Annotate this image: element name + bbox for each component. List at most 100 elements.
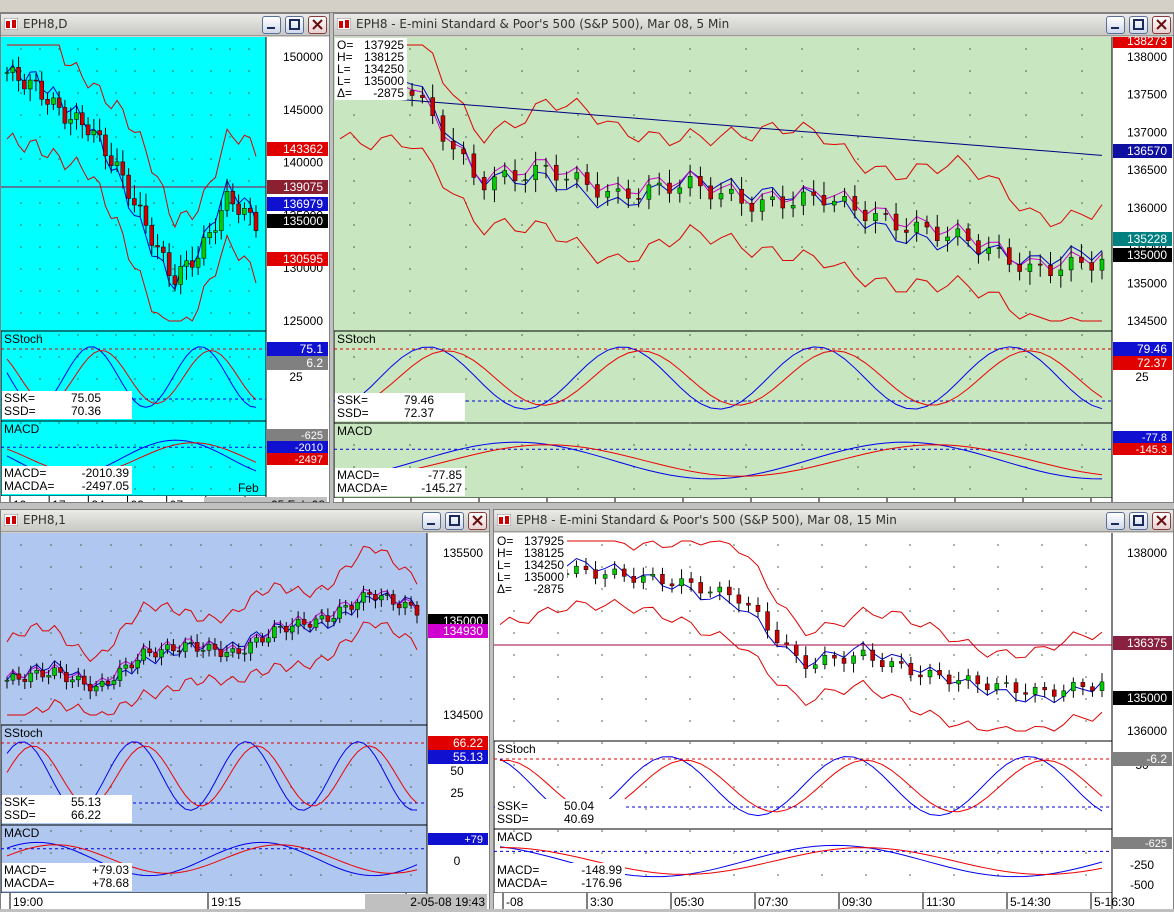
price-marker-label: 135000 bbox=[283, 214, 323, 228]
grid-dot bbox=[953, 654, 955, 656]
app-icon-bar bbox=[6, 21, 10, 28]
maximize-button[interactable] bbox=[1129, 16, 1148, 34]
chart-window-daily[interactable]: EPH8,D 150000145000140000135000130000125… bbox=[0, 13, 330, 512]
grid-dot bbox=[153, 180, 155, 182]
chart-window-5min[interactable]: EPH8 - E-mini Standard & Poor's 500 (S&P… bbox=[333, 13, 1174, 514]
minimize-button[interactable] bbox=[422, 512, 441, 530]
15min-chart-svg[interactable]: 138000137000136000136375135000O=137925H=… bbox=[493, 533, 1173, 909]
candle-body bbox=[195, 257, 201, 268]
grid-dot bbox=[689, 356, 691, 358]
maximize-button[interactable] bbox=[285, 16, 304, 34]
grid-dot bbox=[248, 158, 250, 160]
window-titlebar[interactable]: EPH8,1 bbox=[1, 510, 489, 532]
close-button[interactable] bbox=[468, 512, 487, 530]
window-titlebar[interactable]: EPH8 - E-mini Standard & Poor's 500 (S&P… bbox=[334, 14, 1173, 36]
close-button[interactable] bbox=[1152, 512, 1171, 530]
grid-dot bbox=[777, 654, 779, 656]
grid-dot bbox=[521, 114, 523, 116]
grid-dot bbox=[39, 136, 41, 138]
candle-body bbox=[93, 686, 99, 692]
grid-dot bbox=[58, 70, 60, 72]
grid-dot bbox=[320, 698, 322, 700]
candle-body bbox=[301, 619, 307, 625]
grid-dot bbox=[77, 334, 79, 336]
candle-body bbox=[64, 672, 69, 683]
minimize-button[interactable] bbox=[1106, 16, 1125, 34]
chart-window-1min[interactable]: EPH8,1 135500 134500 135000 134930 SStoch SSK… bbox=[0, 509, 490, 909]
grid-dot bbox=[1041, 566, 1043, 568]
grid-dot bbox=[134, 48, 136, 50]
grid-dot bbox=[20, 588, 22, 590]
ohlc-value: -2875 bbox=[373, 86, 404, 100]
chart-area[interactable]: 135500 134500 135000 134930 SStoch SSK= 55.13 S… bbox=[0, 533, 489, 909]
minimize-button[interactable] bbox=[1106, 512, 1125, 530]
grid-dot bbox=[290, 720, 292, 722]
candle-body bbox=[33, 79, 39, 82]
grid-dot bbox=[857, 378, 859, 380]
daily-chart-svg[interactable]: 1500001450001400001350001300001250001433… bbox=[0, 37, 329, 512]
maximize-button[interactable] bbox=[1129, 512, 1148, 530]
grid-dot bbox=[80, 830, 82, 832]
5min-chart-svg[interactable]: 1380001375001370001365001360001355001350… bbox=[333, 34, 1173, 514]
grid-dot bbox=[350, 632, 352, 634]
stoch-ssd-value: 72.37 bbox=[404, 406, 434, 420]
grid-dot bbox=[172, 488, 174, 490]
grid-dot bbox=[465, 378, 467, 380]
grid-dot bbox=[633, 224, 635, 226]
grid-dot bbox=[200, 676, 202, 678]
grid-dot bbox=[410, 610, 412, 612]
chart-area[interactable]: 1380001375001370001365001360001355001350… bbox=[333, 34, 1173, 514]
candle-body bbox=[254, 637, 259, 643]
candle-body bbox=[190, 260, 195, 268]
candle-body bbox=[679, 578, 684, 587]
time-tick-label: 17:30 bbox=[890, 500, 920, 502]
chart-area[interactable]: 1500001450001400001350001300001250001433… bbox=[0, 37, 329, 512]
candle-body bbox=[188, 642, 194, 644]
grid-dot bbox=[953, 566, 955, 568]
macd-marker-label: +79 bbox=[464, 834, 483, 846]
stoch-title: SStoch bbox=[4, 726, 43, 740]
grid-dot bbox=[969, 378, 971, 380]
grid-dot bbox=[801, 422, 803, 424]
minimize-button[interactable] bbox=[262, 16, 281, 34]
grid-dot bbox=[409, 202, 411, 204]
grid-dot bbox=[134, 312, 136, 314]
grid-dot bbox=[1041, 544, 1043, 546]
candle-body bbox=[811, 191, 816, 196]
grid-dot bbox=[821, 830, 823, 832]
price-marker-label: 136375 bbox=[1127, 636, 1167, 650]
grid-dot bbox=[409, 290, 411, 292]
grid-dot bbox=[577, 488, 579, 490]
candle-body bbox=[213, 230, 218, 233]
candle-body bbox=[985, 683, 990, 691]
grid-dot bbox=[229, 114, 231, 116]
chart-window-15min[interactable]: EPH8 - E-mini Standard & Poor's 500 (S&P… bbox=[493, 509, 1174, 909]
window-titlebar[interactable]: EPH8 - E-mini Standard & Poor's 500 (S&P… bbox=[494, 510, 1173, 532]
grid-dot bbox=[745, 466, 747, 468]
grid-dot bbox=[200, 786, 202, 788]
grid-dot bbox=[230, 764, 232, 766]
grid-dot bbox=[733, 632, 735, 634]
grid-dot bbox=[1085, 610, 1087, 612]
grid-dot bbox=[200, 544, 202, 546]
chart-area[interactable]: 138000137000136000136375135000O=137925H=… bbox=[493, 533, 1173, 909]
window-titlebar[interactable]: EPH8,D bbox=[1, 14, 329, 36]
grid-dot bbox=[857, 444, 859, 446]
maximize-button[interactable] bbox=[445, 512, 464, 530]
grid-dot bbox=[821, 742, 823, 744]
grid-dot bbox=[172, 400, 174, 402]
grid-dot bbox=[969, 224, 971, 226]
price-tick-label: 134500 bbox=[443, 708, 483, 722]
grid-dot bbox=[513, 676, 515, 678]
grid-dot bbox=[140, 852, 142, 854]
grid-dot bbox=[134, 466, 136, 468]
grid-dot bbox=[733, 742, 735, 744]
close-button[interactable] bbox=[1152, 16, 1171, 34]
grid-dot bbox=[577, 400, 579, 402]
grid-dot bbox=[745, 334, 747, 336]
grid-dot bbox=[513, 720, 515, 722]
candle-body bbox=[70, 679, 75, 683]
close-button[interactable] bbox=[308, 16, 327, 34]
1min-chart-svg[interactable]: 135500134500135000134930SStochSSK= 55.13S… bbox=[0, 533, 489, 909]
time-tick-label: 07:30 bbox=[758, 895, 788, 909]
